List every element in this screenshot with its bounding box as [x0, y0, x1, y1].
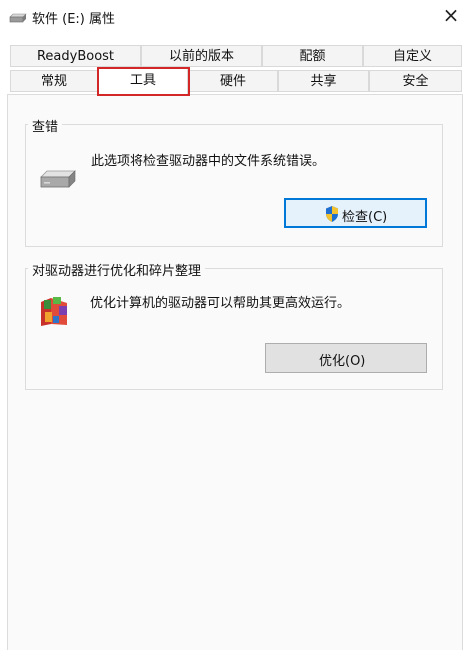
title-bar: 软件 (E:) 属性 ×	[0, 0, 471, 34]
group-title: 对驱动器进行优化和碎片整理	[28, 260, 206, 279]
check-button[interactable]: 检查(C)	[284, 198, 427, 228]
error-checking-group: 查错 此选项将检查驱动器中的文件系统错误。 检查(C)	[25, 116, 443, 247]
tools-panel: 查错 此选项将检查驱动器中的文件系统错误。 检查(C) 对驱动器进行优化和碎片整…	[7, 94, 463, 650]
drive-icon	[40, 170, 76, 188]
close-icon: ×	[442, 3, 460, 27]
tab-label: 配额	[299, 49, 326, 64]
group-title: 查错	[28, 116, 63, 135]
drive-title-icon	[9, 13, 27, 23]
tab-security[interactable]: 安全	[369, 70, 462, 92]
error-check-description: 此选项将检查驱动器中的文件系统错误。	[91, 154, 326, 169]
optimize-button-label: 优化(O)	[319, 354, 366, 369]
tab-label: 硬件	[219, 74, 246, 89]
tab-label: 共享	[310, 74, 337, 89]
tab-label: 工具	[129, 73, 156, 88]
tab-label: ReadyBoost	[36, 49, 115, 64]
tab-previous-versions[interactable]: 以前的版本	[141, 45, 262, 67]
tab-quota[interactable]: 配额	[262, 45, 363, 67]
tab-general[interactable]: 常规	[10, 70, 98, 92]
tab-sharing[interactable]: 共享	[278, 70, 369, 92]
tab-label: 安全	[402, 74, 429, 89]
tab-hardware[interactable]: 硬件	[188, 70, 278, 92]
tab-label: 以前的版本	[168, 49, 234, 64]
check-button-label: 检查(C)	[342, 210, 388, 225]
optimize-description: 优化计算机的驱动器可以帮助其更高效运行。	[90, 296, 351, 311]
optimize-group: 对驱动器进行优化和碎片整理 优化计算机的驱动器可以帮助其更高效运行。 优化(O)	[25, 260, 443, 390]
tab-tools[interactable]: 工具	[98, 68, 188, 94]
tab-customize[interactable]: 自定义	[363, 45, 462, 67]
close-button[interactable]: ×	[434, 2, 468, 30]
tab-label: 自定义	[392, 49, 432, 64]
defrag-icon	[41, 297, 67, 326]
optimize-button[interactable]: 优化(O)	[265, 343, 427, 373]
tab-label: 常规	[40, 74, 67, 89]
shield-icon	[326, 206, 338, 222]
tab-readyboost[interactable]: ReadyBoost	[10, 45, 141, 67]
window-title: 软件 (E:) 属性	[32, 12, 116, 27]
